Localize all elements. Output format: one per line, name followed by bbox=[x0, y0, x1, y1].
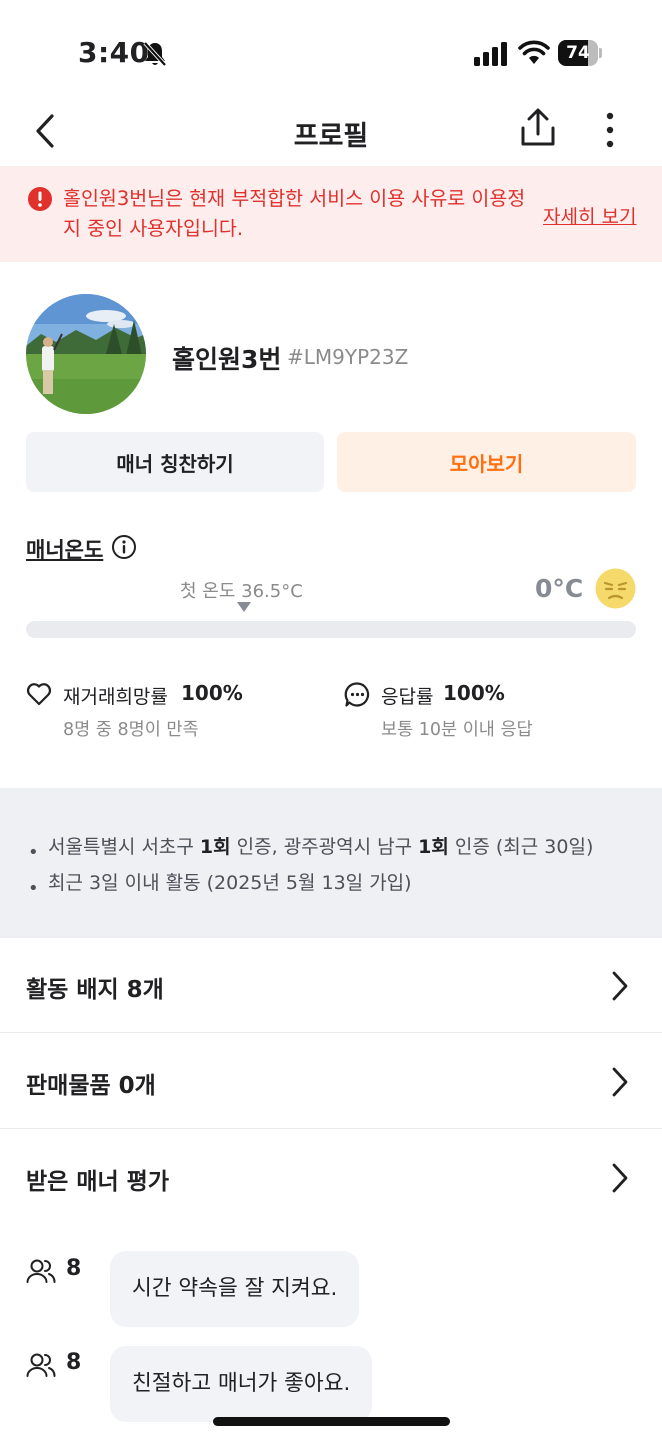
response-rate-value: 100% bbox=[443, 681, 505, 705]
review-count: 8 bbox=[66, 1350, 82, 1375]
frown-icon bbox=[595, 568, 636, 609]
manner-reviews-row[interactable]: 받은 매너 평가 bbox=[0, 1130, 662, 1226]
share-icon[interactable] bbox=[518, 106, 558, 150]
collect-button[interactable]: 모아보기 bbox=[337, 432, 636, 492]
rehire-rate-sub: 8명 중 8명이 만족 bbox=[63, 720, 199, 740]
people-icon bbox=[26, 1259, 56, 1283]
first-temperature-label: 첫 온도 36.5°C bbox=[180, 581, 303, 602]
bell-slash-icon bbox=[143, 41, 167, 67]
page-title: 프로필 bbox=[293, 121, 369, 152]
manner-temperature-title[interactable]: 매너온도 bbox=[26, 534, 103, 564]
status-time: 3:40 bbox=[78, 36, 150, 69]
battery-indicator: 74 bbox=[558, 40, 602, 66]
warning-message: 홀인원3번님은 현재 부적합한 서비스 이용 사유로 이용정지 중인 사용자입니… bbox=[63, 187, 526, 240]
rehire-rate-label: 재거래희망률 bbox=[63, 686, 168, 708]
wifi-icon bbox=[518, 40, 550, 64]
review-bubble: 시간 약속을 잘 지켜요. bbox=[110, 1251, 360, 1327]
heart-icon bbox=[26, 683, 52, 706]
activity-badges-label: 활동 배지 8개 bbox=[26, 977, 164, 1003]
profile-name: 홀인원3번 bbox=[172, 345, 282, 374]
bullet: • bbox=[28, 878, 39, 899]
divider bbox=[0, 1032, 662, 1033]
activity-info-box: • 서울특별시 서초구 1회 인증, 광주광역시 남구 1회 인증 (최근 30… bbox=[0, 788, 662, 938]
review-count: 8 bbox=[66, 1256, 82, 1281]
home-indicator bbox=[213, 1417, 450, 1426]
praise-manner-button[interactable]: 매너 칭찬하기 bbox=[26, 432, 324, 492]
items-for-sale-row[interactable]: 판매물품 0개 bbox=[0, 1034, 662, 1130]
suspension-warning-banner: 홀인원3번님은 현재 부적합한 서비스 이용 사유로 이용정지 중인 사용자입니… bbox=[0, 166, 662, 262]
activity-join-info: 최근 3일 이내 활동 (2025년 5월 13일 가입) bbox=[48, 872, 412, 894]
verification-info: 서울특별시 서초구 1회 인증, 광주광역시 남구 1회 인증 (최근 30일) bbox=[48, 836, 594, 858]
chevron-right-icon bbox=[612, 1163, 628, 1193]
avatar-golf-photo bbox=[26, 294, 146, 414]
rehire-rate-value: 100% bbox=[181, 681, 243, 705]
items-for-sale-label: 판매물품 0개 bbox=[26, 1073, 156, 1099]
first-temperature-marker bbox=[237, 602, 251, 612]
people-icon bbox=[26, 1353, 56, 1377]
chevron-right-icon bbox=[612, 1067, 628, 1097]
divider bbox=[0, 1128, 662, 1129]
review-bubble: 친절하고 매너가 좋아요. bbox=[110, 1346, 373, 1422]
signal-icon bbox=[474, 42, 507, 66]
current-temperature: 0°C bbox=[535, 574, 584, 603]
battery-level: 74 bbox=[566, 43, 590, 63]
avatar[interactable] bbox=[26, 294, 146, 414]
more-icon[interactable] bbox=[596, 110, 624, 150]
activity-badges-row[interactable]: 활동 배지 8개 bbox=[0, 938, 662, 1034]
chat-icon bbox=[344, 682, 370, 707]
response-rate-label: 응답률 bbox=[381, 686, 434, 708]
warning-details-link[interactable]: 자세히 보기 bbox=[543, 202, 636, 229]
response-rate-sub: 보통 10분 이내 응답 bbox=[381, 720, 533, 740]
warning-icon bbox=[28, 187, 52, 211]
profile-id: #LM9YP23Z bbox=[287, 345, 409, 369]
chevron-right-icon bbox=[612, 971, 628, 1001]
status-bar: 3:40 74 bbox=[0, 0, 662, 100]
bullet: • bbox=[28, 842, 39, 863]
nav-bar: 프로필 bbox=[0, 100, 662, 164]
manner-reviews-label: 받은 매너 평가 bbox=[26, 1169, 169, 1195]
info-icon[interactable] bbox=[111, 534, 137, 560]
temperature-bar bbox=[26, 621, 636, 638]
